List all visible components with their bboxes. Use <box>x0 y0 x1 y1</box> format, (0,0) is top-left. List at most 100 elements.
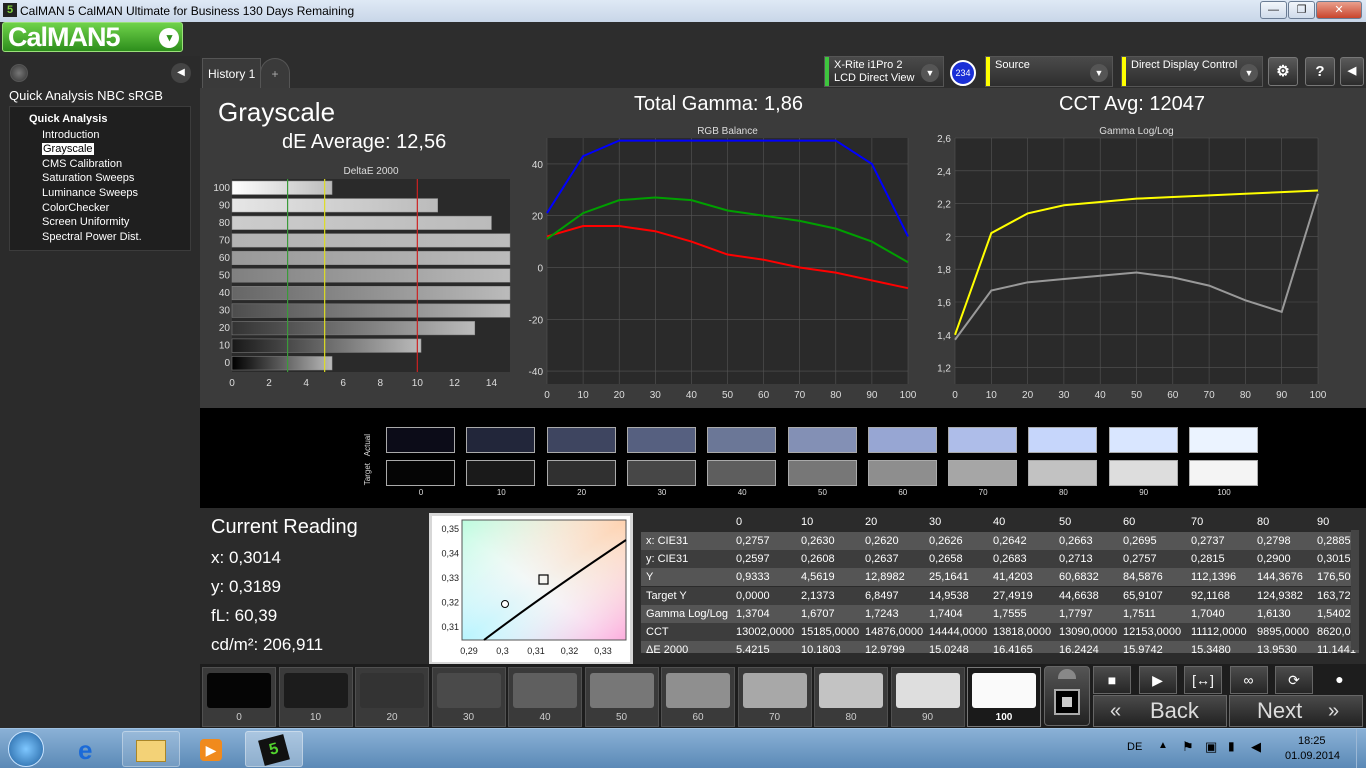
display-selector[interactable]: Direct Display Control ▼ <box>1121 56 1263 87</box>
fit-icon[interactable]: [↔] <box>1184 666 1222 694</box>
tree-group-quick-analysis[interactable]: Quick Analysis <box>29 113 107 125</box>
next-button[interactable]: Next » <box>1229 695 1363 727</box>
patch-button[interactable]: 90 <box>890 667 965 727</box>
minimize-button[interactable]: — <box>1260 1 1287 19</box>
patch-scroll-control[interactable] <box>1044 666 1090 726</box>
table-cell: 70 <box>1191 516 1204 528</box>
deltae-bar <box>231 233 511 248</box>
patch-button[interactable]: 40 <box>508 667 582 727</box>
add-tab-button[interactable]: + <box>260 58 290 88</box>
maximize-button[interactable]: ❐ <box>1288 1 1315 19</box>
table-cell: 11112,0000 <box>1191 626 1247 638</box>
patch-button[interactable]: 80 <box>814 667 888 727</box>
table-cell: 13090,0000 <box>1059 626 1118 638</box>
sidebar-item-cms-calibration[interactable]: CMS Calibration <box>42 158 122 170</box>
chevron-up-icon[interactable] <box>1058 669 1076 679</box>
swatch-label: 90 <box>1139 488 1149 497</box>
explorer-taskbar-icon[interactable] <box>122 731 180 767</box>
patch-button[interactable]: 30 <box>431 667 506 727</box>
chevron-up-icon[interactable]: ▲ <box>1158 740 1168 751</box>
table-cell: 44,6638 <box>1059 589 1099 602</box>
table-cell: 0,2757 <box>736 535 770 547</box>
close-button[interactable]: ✕ <box>1316 1 1362 19</box>
sidebar-item-spectral-power[interactable]: Spectral Power Dist. <box>42 231 142 243</box>
clock-date[interactable]: 01.09.2014 <box>1285 750 1340 762</box>
window-titlebar: 5 CalMAN 5 CalMAN Ultimate for Business … <box>0 0 1366 22</box>
x-tick-label: 12 <box>449 378 461 389</box>
clock-time[interactable]: 18:25 <box>1298 735 1326 747</box>
patch-button[interactable]: 50 <box>584 667 659 727</box>
actual-swatch <box>546 427 616 453</box>
chart-title: Gamma Log/Log <box>1099 126 1174 137</box>
patch-label: 50 <box>615 712 628 723</box>
next-label: Next <box>1257 698 1303 723</box>
collapse-right-button[interactable]: ◀ <box>1340 57 1364 86</box>
record-icon[interactable]: ● <box>1321 666 1359 694</box>
swatch-label: 10 <box>496 488 506 497</box>
table-cell: 16,2424 <box>1059 644 1099 653</box>
deltae-bar <box>231 215 492 230</box>
media-player-taskbar-icon[interactable]: ▶ <box>182 731 240 767</box>
table-cell: 1,5402 <box>1317 607 1351 620</box>
table-cell: 14444,0000 <box>929 626 988 638</box>
sidebar-item-colorchecker[interactable]: ColorChecker <box>42 202 109 214</box>
record-icon[interactable] <box>10 64 28 82</box>
cie-svg: 0,35 0,34 0,33 0,32 0,31 0,29 0,3 0,31 0,32 0,33 <box>441 519 627 656</box>
settings-gear-icon[interactable]: ⚙ <box>1268 57 1298 86</box>
chevron-down-icon: ▾ <box>159 28 179 48</box>
bar-category-label: 60 <box>219 253 231 264</box>
help-icon[interactable]: ? <box>1305 57 1335 86</box>
table-cell: 144,3676 <box>1257 571 1303 584</box>
meter-selector[interactable]: X-Rite i1Pro 2 LCD Direct View ▼ <box>824 56 944 87</box>
patch-button[interactable]: 20 <box>355 667 429 727</box>
patch-button[interactable]: 70 <box>737 667 812 727</box>
x-tick-label: 0,29 <box>460 646 478 656</box>
stop-measure-icon[interactable]: ■ <box>1093 666 1131 694</box>
patch-color <box>436 673 501 708</box>
flag-icon[interactable]: ⚑ <box>1182 739 1194 755</box>
volume-icon[interactable]: ◀ <box>1251 739 1261 755</box>
source-selector[interactable]: Source ▼ <box>985 56 1113 87</box>
back-button[interactable]: « Back <box>1093 695 1227 727</box>
table-cell: 0,9333 <box>736 571 770 584</box>
reading-y: y: 0,3189 <box>211 577 281 596</box>
table-scrollbar[interactable] <box>1351 530 1359 650</box>
patch-label: 70 <box>768 712 781 723</box>
show-desktop-button[interactable] <box>1356 729 1366 768</box>
network-icon[interactable]: ▮ <box>1228 739 1235 753</box>
sidebar-item-screen-uniformity[interactable]: Screen Uniformity <box>42 216 129 228</box>
sidebar-item-introduction[interactable]: Introduction <box>42 129 99 141</box>
loop-icon[interactable]: ∞ <box>1229 666 1268 694</box>
patch-button[interactable]: 0 <box>202 667 276 727</box>
ie-taskbar-icon[interactable]: e <box>62 731 120 767</box>
patch-button[interactable]: 10 <box>278 667 353 727</box>
sidebar-item-saturation-sweeps[interactable]: Saturation Sweeps <box>42 172 134 184</box>
refresh-icon[interactable]: ⟳ <box>1275 666 1313 694</box>
deltae-bar <box>231 286 511 301</box>
play-icon[interactable]: ▶ <box>1138 666 1177 694</box>
patch-button[interactable]: 100 <box>967 667 1041 727</box>
patch-button[interactable]: 60 <box>661 667 735 727</box>
patch-label: 20 <box>386 712 398 723</box>
calman-taskbar-icon[interactable]: 5 <box>245 731 303 767</box>
table-cell: 84,5876 <box>1123 571 1163 584</box>
meter-badge[interactable]: 234 <box>950 60 976 86</box>
device-icon[interactable]: ▣ <box>1205 739 1217 755</box>
table-cell: 2,1373 <box>801 589 835 602</box>
sidebar-item-luminance-sweeps[interactable]: Luminance Sweeps <box>42 187 138 199</box>
bar-category-label: 80 <box>219 218 231 229</box>
y-tick-label: 2,4 <box>937 167 951 178</box>
start-button[interactable] <box>8 731 44 767</box>
x-tick-label: 80 <box>1240 390 1252 401</box>
table-cell: 25,1641 <box>929 571 969 584</box>
table-cell: 14876,0000 <box>865 626 924 638</box>
sidebar-item-grayscale[interactable]: Grayscale <box>42 143 94 155</box>
calman-logo-button[interactable]: CalMAN5 ▾ <box>2 22 183 52</box>
language-indicator[interactable]: DE <box>1127 741 1142 753</box>
collapse-sidebar-button[interactable]: ◀ <box>171 63 191 83</box>
tab-history-1[interactable]: History 1 <box>202 58 262 88</box>
target-swatch <box>867 460 937 486</box>
x-tick-label: 60 <box>1167 390 1179 401</box>
swatch-label: 80 <box>1058 488 1068 497</box>
table-cell: 10 <box>801 516 814 528</box>
